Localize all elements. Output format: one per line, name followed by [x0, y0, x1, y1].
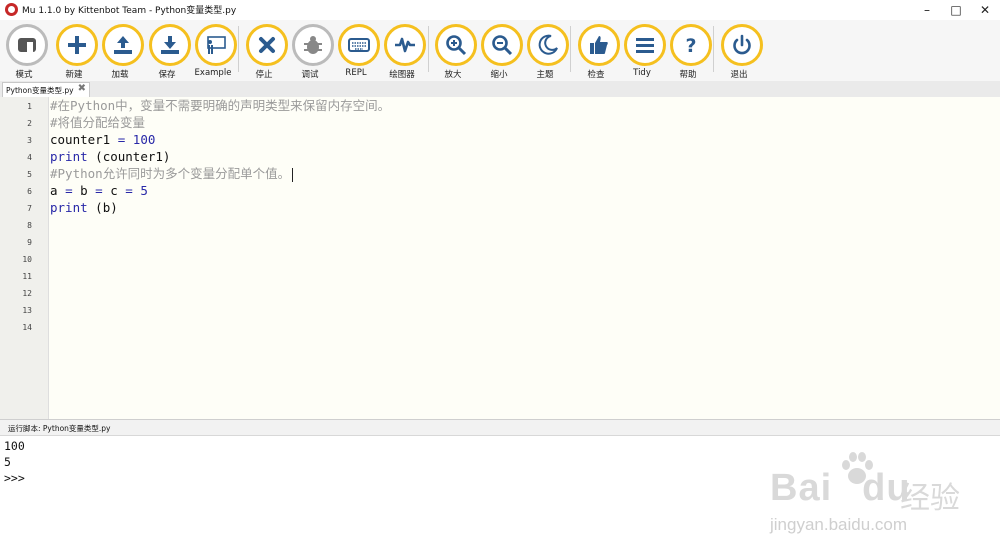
code-token: = — [125, 183, 133, 198]
app-logo-icon — [5, 3, 18, 16]
zoom-out-icon — [481, 24, 523, 66]
code-token: print — [50, 200, 88, 215]
toolbar-separator — [428, 26, 429, 72]
question-icon: ? — [670, 24, 712, 66]
line-number: 11 — [22, 272, 32, 281]
plus-icon — [56, 24, 98, 66]
line-number: 13 — [22, 306, 32, 315]
tab-close-icon[interactable]: ✖ — [78, 83, 86, 94]
line-number-gutter: 1 2 3 4 5 6 7 8 9 10 11 12 13 14 — [0, 97, 49, 419]
watermark-cn: 经验 — [900, 481, 960, 516]
toolbar-button-14[interactable]: ? 帮助 — [667, 22, 715, 80]
code-line[interactable]: #Python允许同时为多个变量分配单个值。 — [50, 165, 294, 182]
svg-text:?: ? — [685, 35, 696, 57]
code-token: 100 — [132, 132, 156, 147]
toolbar-button-4[interactable]: Example — [192, 22, 240, 80]
line-number: 3 — [27, 136, 32, 145]
code-token: 5 — [140, 183, 148, 198]
code-token: (b) — [87, 200, 118, 215]
toolbar-button-15[interactable]: 退出 — [718, 22, 766, 80]
title-bar: Mu 1.1.0 by Kittenbot Team - Python变量类型.… — [0, 0, 1000, 20]
line-number: 9 — [27, 238, 32, 247]
paw-icon — [842, 452, 873, 484]
code-line[interactable]: #在Python中，变量不需要明确的声明类型来保留内存空间。 — [50, 97, 390, 114]
thumbs-up-icon — [578, 24, 620, 66]
code-token: (counter1) — [87, 149, 171, 164]
line-number: 6 — [27, 187, 32, 196]
code-token: b — [72, 183, 96, 198]
download-icon — [149, 24, 191, 66]
power-icon — [721, 24, 763, 66]
line-number: 1 — [27, 102, 32, 111]
run-script-label: 运行脚本: Python变量类型.py — [8, 424, 111, 433]
code-token: #Python允许同时为多个变量分配单个值。 — [50, 166, 291, 181]
output-line: >>> — [4, 471, 25, 485]
tab-label: Python变量类型.py — [6, 86, 74, 95]
code-line[interactable]: counter1 = 100 — [50, 131, 155, 148]
toolbar-separator — [713, 26, 714, 72]
close-icon[interactable]: ✕ — [970, 0, 1000, 20]
watermark-url: jingyan.baidu.com — [770, 515, 908, 534]
toolbar-button-label: Example — [194, 68, 232, 78]
run-status-bar: 运行脚本: Python变量类型.py — [0, 420, 1000, 436]
pulse-icon — [384, 24, 426, 66]
zoom-in-icon — [435, 24, 477, 66]
line-number: 2 — [27, 119, 32, 128]
line-number: 12 — [22, 289, 32, 298]
toolbar-button-label: 主题 — [536, 70, 554, 80]
window-title: Mu 1.1.0 by Kittenbot Team - Python变量类型.… — [22, 6, 237, 16]
toolbar-button-0[interactable]: 模式 — [3, 22, 51, 80]
code-line[interactable]: print (counter1) — [50, 148, 170, 165]
code-token: counter1 — [50, 132, 118, 147]
code-token: #在Python中，变量不需要明确的声明类型来保留内存空间。 — [50, 98, 391, 113]
toolbar-button-label: 绘图器 — [389, 70, 415, 80]
toolbar-button-label: 加载 — [111, 70, 129, 80]
bug-icon — [292, 24, 334, 66]
toolbar-separator — [570, 26, 571, 72]
toolbar-separator — [238, 26, 239, 72]
baidu-watermark: Bai du 经验 jingyan.baidu.com — [770, 452, 995, 555]
tab-bar: Python变量类型.py ✖ — [0, 81, 1000, 97]
presentation-icon — [195, 24, 237, 66]
minimize-icon[interactable]: – — [912, 0, 942, 20]
code-line[interactable]: a = b = c = 5 — [50, 182, 148, 199]
code-token: = — [65, 183, 73, 198]
line-number: 8 — [27, 221, 32, 230]
stop-x-icon — [246, 24, 288, 66]
toolbar-button-11[interactable]: 主题 — [524, 22, 572, 80]
line-number: 7 — [27, 204, 32, 213]
upload-icon — [102, 24, 144, 66]
code-token: = — [95, 183, 103, 198]
line-number: 4 — [27, 153, 32, 162]
tab-python-file[interactable]: Python变量类型.py ✖ — [2, 82, 90, 97]
toolbar-button-label: 模式 — [15, 70, 33, 80]
output-line: 5 — [4, 455, 11, 469]
code-editor[interactable]: 1 2 3 4 5 6 7 8 9 10 11 12 13 14 #在Python中，变量不需要明确的声明… — [0, 97, 1000, 420]
line-number: 14 — [22, 323, 32, 332]
code-token: c — [102, 183, 126, 198]
code-token: print — [50, 149, 88, 164]
code-token: #将值分配给变量 — [50, 115, 146, 130]
toolbar-button-label: 退出 — [730, 70, 748, 80]
code-line[interactable]: print (b) — [50, 199, 118, 216]
toolbar-button-label: 帮助 — [679, 70, 697, 80]
lines-icon — [624, 24, 666, 66]
mode-icon — [6, 24, 48, 66]
line-number: 10 — [22, 255, 32, 264]
toolbar-button-8[interactable]: 绘图器 — [381, 22, 429, 80]
output-line: 100 — [4, 439, 25, 453]
text-cursor — [292, 167, 294, 182]
keyboard-icon — [338, 24, 380, 66]
code-line[interactable]: #将值分配给变量 — [50, 114, 145, 131]
moon-icon — [527, 24, 569, 66]
line-number: 5 — [27, 170, 32, 179]
maximize-icon[interactable]: □ — [941, 0, 971, 20]
code-token: a — [50, 183, 66, 198]
